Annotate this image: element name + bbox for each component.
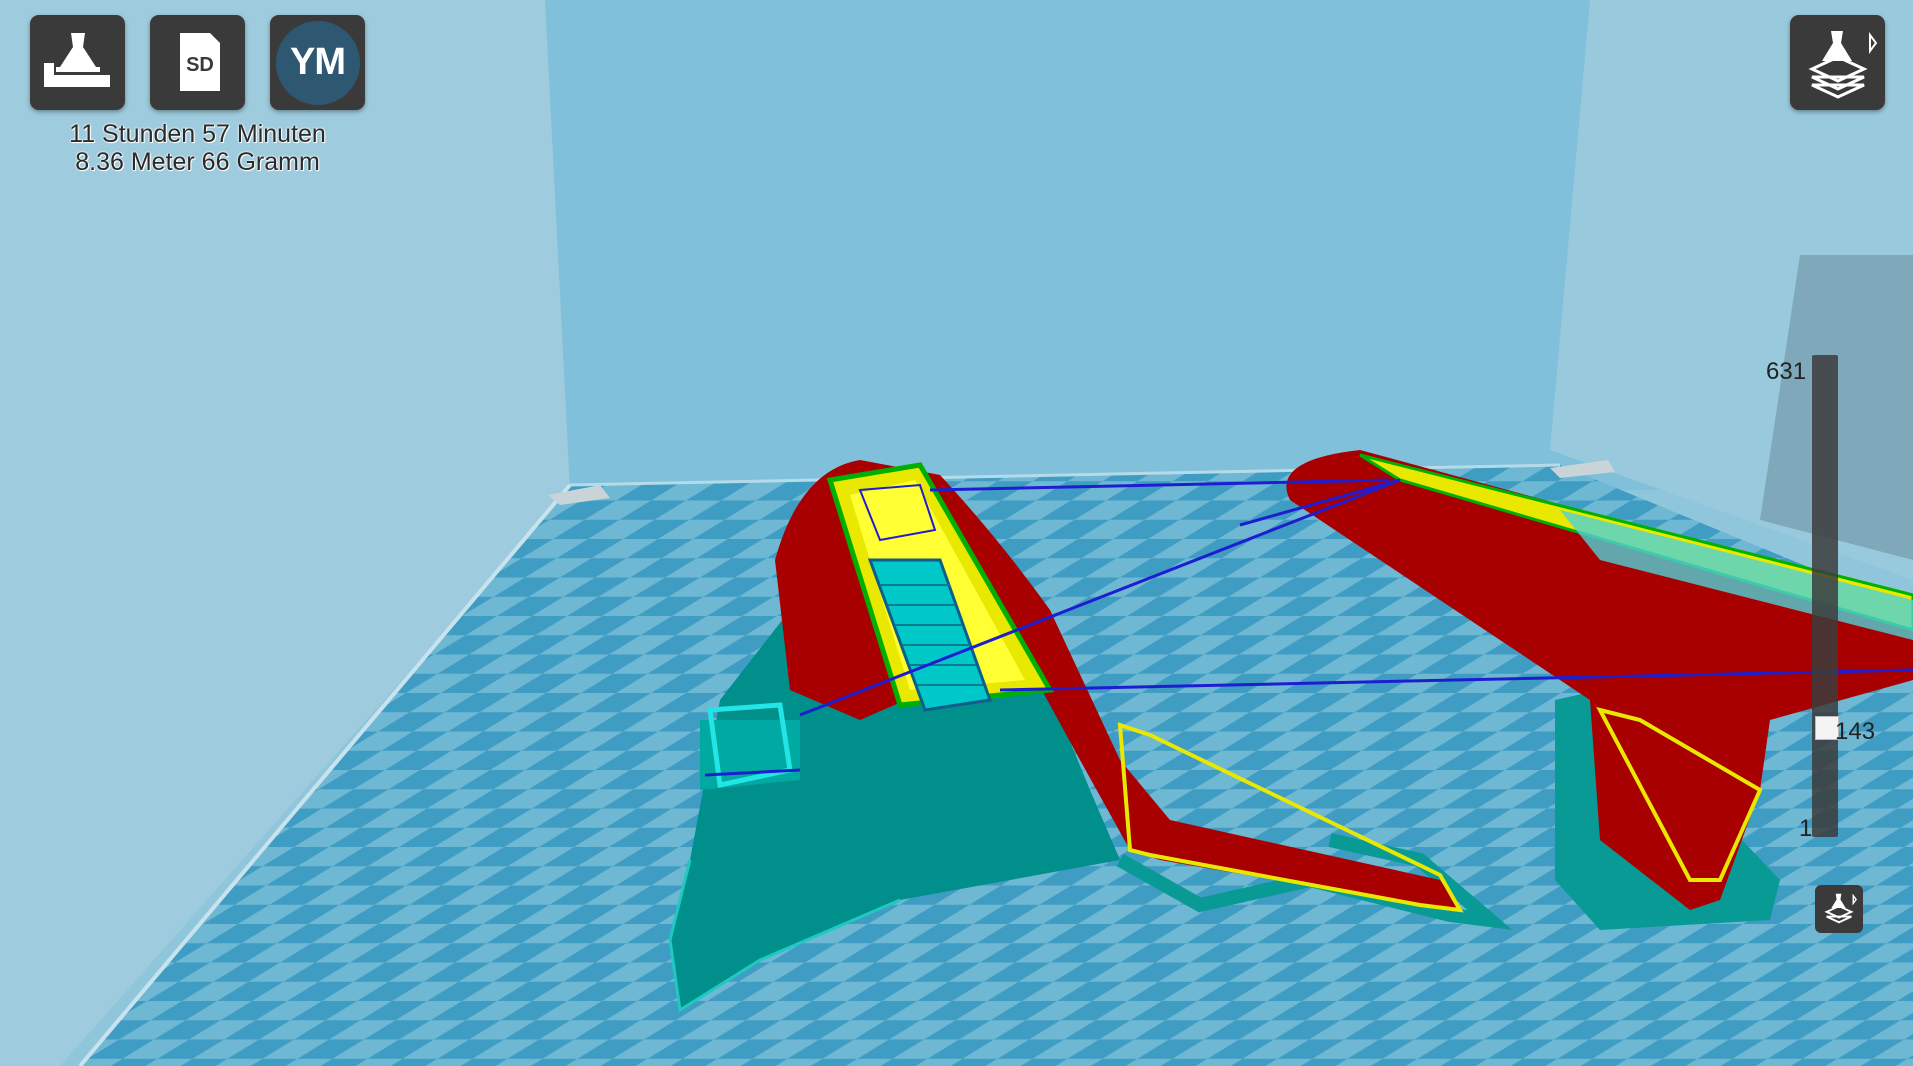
avatar: YM (275, 20, 360, 105)
layer-view-icon (1824, 893, 1857, 924)
layer-slider-current-label: 143 (1835, 717, 1876, 745)
small-layer-view-button[interactable] (1815, 885, 1863, 933)
layer-slider-min-label: 1 (1799, 815, 1813, 842)
sd-card-icon: SD (179, 32, 220, 91)
print-time: 11 Stunden 57 Minuten (69, 120, 326, 148)
layer-slider-max-label: 631 (1766, 358, 1807, 385)
layer-view-icon (1807, 30, 1877, 99)
avatar-initials: YM (290, 41, 346, 83)
print-button[interactable] (30, 15, 125, 110)
sd-card-label: SD (186, 54, 214, 76)
sd-card-button[interactable]: SD (150, 15, 245, 110)
layer-slider-track[interactable] (1812, 355, 1838, 837)
account-button[interactable]: YM (270, 15, 365, 110)
printer-nozzle-icon (43, 32, 110, 87)
print-estimate: 11 Stunden 57 Minuten 8.36 Meter 66 Gram… (30, 120, 365, 176)
layer-view-button[interactable] (1790, 15, 1885, 110)
material-usage: 8.36 Meter 66 Gramm (75, 148, 320, 176)
